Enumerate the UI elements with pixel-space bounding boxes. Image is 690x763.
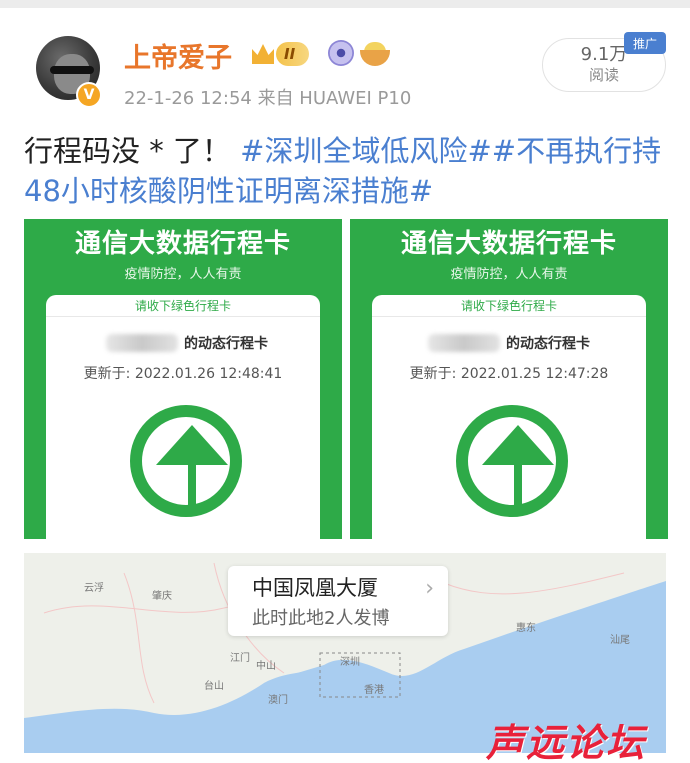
promote-tag[interactable]: 推广 [624, 32, 666, 54]
map-label: 深圳 [340, 657, 360, 668]
map-label: 肇庆 [152, 591, 172, 602]
eye-icon[interactable] [328, 40, 354, 66]
blurred-phone-number [106, 334, 178, 352]
post-text: 行程码没 * 了！ #深圳全域低风险##不再执行持48小时核酸阴性证明离深措施# [24, 131, 674, 211]
verified-badge-icon: V [76, 82, 102, 108]
hashtag-link[interactable]: #深圳全域低风险# [240, 134, 492, 168]
blurred-phone-number [428, 334, 500, 352]
up-arrow-icon [130, 405, 242, 517]
read-label: 阅读 [588, 66, 619, 84]
avatar-glasses [50, 66, 94, 74]
post-plain-text: 行程码没 * 了！ [24, 134, 231, 168]
updated-time: 更新于: 2022.01.25 12:47:28 [409, 366, 609, 382]
level-badge[interactable]: II [252, 40, 310, 68]
card-notice: 请收下绿色行程卡 [372, 295, 646, 317]
card-panel: 请收下绿色行程卡 的动态行程卡 更新于: 2022.01.26 12:48:41 [46, 295, 320, 539]
top-divider [0, 0, 690, 8]
itinerary-card-image[interactable]: 通信大数据行程卡 疫情防控，人人有责 请收下绿色行程卡 的动态行程卡 更新于: … [350, 219, 668, 539]
map-label: 澳门 [268, 695, 288, 706]
card-title: 通信大数据行程卡 [400, 229, 617, 259]
map-label: 惠东 [516, 623, 536, 634]
card-subtitle: 疫情防控，人人有责 [450, 267, 568, 282]
dynamic-card-label: 的动态行程卡 [506, 336, 590, 352]
map-label: 江门 [230, 653, 250, 664]
post-meta: 22-1-26 12:54 来自 HUAWEI P10 [124, 88, 412, 109]
map-label: 中山 [256, 661, 276, 672]
card-panel: 请收下绿色行程卡 的动态行程卡 更新于: 2022.01.25 12:47:28 [372, 295, 646, 539]
location-subtitle: 此时此地2人发博 [252, 608, 390, 629]
watermark-logo: 声远论坛 [486, 721, 647, 763]
card-title: 通信大数据行程卡 [74, 229, 291, 259]
card-notice: 请收下绿色行程卡 [46, 295, 320, 317]
crown-icon [252, 44, 274, 64]
map-label: 汕尾 [610, 635, 630, 646]
map-label: 香港 [364, 685, 384, 696]
updated-time: 更新于: 2022.01.26 12:48:41 [83, 366, 283, 382]
map-label: 云浮 [84, 583, 104, 594]
level-label: II [276, 42, 310, 66]
up-arrow-icon [456, 405, 568, 517]
location-card[interactable]: 中国凤凰大厦 此时此地2人发博 › [228, 566, 448, 636]
map-label: 台山 [204, 681, 224, 692]
location-name: 中国凤凰大厦 [252, 576, 378, 600]
noodle-bowl-icon[interactable] [360, 38, 390, 66]
itinerary-card-image[interactable]: 通信大数据行程卡 疫情防控，人人有责 请收下绿色行程卡 的动态行程卡 更新于: … [24, 219, 342, 539]
chevron-right-icon: › [425, 576, 434, 601]
card-subtitle: 疫情防控，人人有责 [124, 267, 242, 282]
dynamic-card-label: 的动态行程卡 [184, 336, 268, 352]
username[interactable]: 上帝爱子 [124, 36, 232, 75]
